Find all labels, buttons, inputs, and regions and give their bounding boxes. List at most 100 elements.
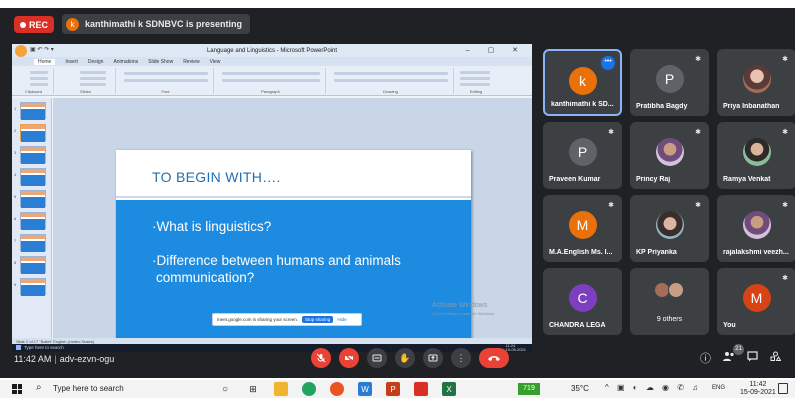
participant-name: KP Priyanka	[636, 249, 677, 256]
word-icon[interactable]: W	[358, 382, 372, 396]
slide-thumb[interactable]	[20, 212, 46, 230]
pdf-icon[interactable]	[414, 382, 428, 396]
meeting-code: adv-ezvn-ogu	[59, 354, 115, 364]
slide-bullet: ·Difference between humans and animals	[152, 253, 401, 268]
taskbar-apps: ○ ⊞ W P X	[218, 382, 456, 396]
ribbon-group-slides: Slides	[56, 68, 116, 94]
shared-search: Type here to search	[24, 345, 64, 350]
slide-bullet-continuation: communication?	[156, 270, 255, 285]
slide-thumb[interactable]	[20, 190, 46, 208]
self-tile[interactable]: ✱ M You	[717, 268, 795, 335]
mic-muted-icon: ✱	[695, 202, 701, 209]
ppt-window-title: Language and Linguistics - Microsoft Pow…	[206, 47, 338, 54]
participant-tile[interactable]: ✱ Ramya Venkat	[717, 122, 795, 189]
participant-tile[interactable]: ••• k kanthimathi k SD...	[543, 49, 622, 116]
camera-off-icon[interactable]	[339, 348, 359, 368]
taskbar-search[interactable]: Type here to search	[53, 384, 124, 393]
slide-thumb[interactable]	[20, 278, 46, 296]
mic-muted-icon: ✱	[782, 202, 788, 209]
task-view-icon[interactable]: ○	[218, 382, 232, 396]
window-controls-icon: – ▢ ✕	[465, 47, 526, 54]
slide-thumb[interactable]	[20, 146, 46, 164]
slide-thumb[interactable]	[20, 124, 46, 142]
participant-name: CHANDRA LEGA	[549, 322, 606, 329]
slide-thumb[interactable]	[20, 234, 46, 252]
hangup-icon[interactable]	[479, 348, 509, 368]
system-tray-icons[interactable]: ^ ▣ ◐ ☁ ◉ ✆ ♫	[605, 383, 701, 392]
ribbon-group-editing: Editing	[456, 68, 496, 94]
browser-icon[interactable]	[330, 382, 344, 396]
weather-badge[interactable]: 719	[518, 383, 540, 395]
presenter-banner: k kanthimathi k SDNBVC is presenting	[62, 14, 251, 34]
ribbon-tab: Insert	[65, 58, 78, 65]
participant-name: M.A.English Ms. I...	[549, 249, 613, 256]
people-icon[interactable]	[723, 351, 735, 365]
others-avatars	[653, 282, 686, 300]
avatar-photo	[742, 211, 771, 239]
present-icon[interactable]	[423, 348, 443, 368]
participant-tile[interactable]: ✱ Priya Inbanathan	[717, 49, 795, 116]
avatar: M	[568, 211, 597, 239]
right-controls: ⓘ	[700, 350, 782, 366]
record-dot-icon	[19, 21, 26, 28]
hand-icon[interactable]: ✋	[395, 348, 415, 368]
search-icon[interactable]: ⌕	[36, 382, 42, 393]
slide-title: TO BEGIN WITH….	[152, 169, 281, 185]
chrome-icon[interactable]	[302, 382, 316, 396]
ribbon-group-paragraph: Paragraph	[216, 68, 326, 94]
info-icon[interactable]: ⓘ	[700, 350, 711, 366]
participant-tile[interactable]: ✱ P Pratibha Bagdy	[630, 49, 709, 116]
recording-badge: REC	[14, 16, 54, 33]
hide-button[interactable]: Hide	[337, 317, 346, 322]
taskbar-clock[interactable]: 11:42 15-09-2021	[740, 381, 776, 397]
powerpoint-icon[interactable]: P	[386, 382, 400, 396]
participant-name: kanthimathi k SD...	[551, 101, 614, 108]
mic-muted-icon: ✱	[782, 275, 788, 282]
avatar: k	[568, 67, 597, 95]
avatar-photo	[742, 65, 771, 93]
ribbon-group-clipboard: Clipboard	[14, 68, 54, 94]
activate-windows-watermark: Activate Windows Go to Settings to activ…	[432, 302, 496, 316]
participant-tile[interactable]: ✱ Princy Raj	[630, 122, 709, 189]
mic-off-icon[interactable]	[311, 348, 331, 368]
participant-tile[interactable]: ✱ KP Priyanka	[630, 195, 709, 262]
mic-muted-icon: ✱	[782, 56, 788, 63]
slide-bullet: ·What is linguistics?	[152, 219, 272, 234]
ppt-title-bar: ▣ ↶ ↷ ▾ Language and Linguistics - Micro…	[12, 44, 532, 57]
widgets-icon[interactable]: ⊞	[246, 382, 260, 396]
participant-tile[interactable]: C CHANDRA LEGA	[543, 268, 622, 335]
slide-thumb[interactable]	[20, 102, 46, 120]
chat-icon[interactable]	[747, 351, 758, 365]
stop-sharing-button[interactable]: Stop sharing	[302, 316, 334, 323]
more-icon[interactable]: ⋮	[451, 348, 471, 368]
others-tile[interactable]: 9 others	[630, 268, 709, 335]
captions-icon[interactable]	[367, 348, 387, 368]
mic-muted-icon: ✱	[695, 56, 701, 63]
language-indicator[interactable]: ENG	[712, 385, 725, 391]
participant-name: Priya Inbanathan	[723, 103, 780, 110]
slide-thumbnails: 1 2 3 4 5 6 7 8 9	[12, 98, 52, 338]
ribbon-group-drawing: Drawing	[328, 68, 454, 94]
participant-tile[interactable]: ✱ P Praveen Kumar	[543, 122, 622, 189]
windows-taskbar: ⌕ Type here to search ○ ⊞ W P X 719 35°C…	[0, 380, 795, 398]
presenter-text: kanthimathi k SDNBVC is presenting	[85, 19, 243, 29]
excel-icon[interactable]: X	[442, 382, 456, 396]
mic-muted-icon: ✱	[608, 129, 614, 136]
temperature[interactable]: 35°C	[571, 384, 589, 393]
file-explorer-icon[interactable]	[274, 382, 288, 396]
participant-tile[interactable]: ✱ M M.A.English Ms. I...	[543, 195, 622, 262]
quick-access-icons: ▣ ↶ ↷ ▾	[30, 47, 54, 53]
office-button-icon	[15, 45, 27, 57]
participant-tile[interactable]: ✱ rajalakshmi veezh...	[717, 195, 795, 262]
slide-thumb[interactable]	[20, 168, 46, 186]
avatar: P	[568, 138, 597, 166]
avatar: M	[742, 284, 771, 312]
more-options-icon[interactable]: •••	[601, 56, 615, 70]
notification-icon[interactable]	[778, 383, 788, 394]
activities-icon[interactable]	[770, 351, 782, 365]
presenter-avatar: k	[66, 17, 79, 31]
slide-thumb[interactable]	[20, 256, 46, 274]
mic-muted-icon: ✱	[782, 129, 788, 136]
participant-name: Ramya Venkat	[723, 176, 771, 183]
windows-start-icon[interactable]	[12, 384, 22, 394]
